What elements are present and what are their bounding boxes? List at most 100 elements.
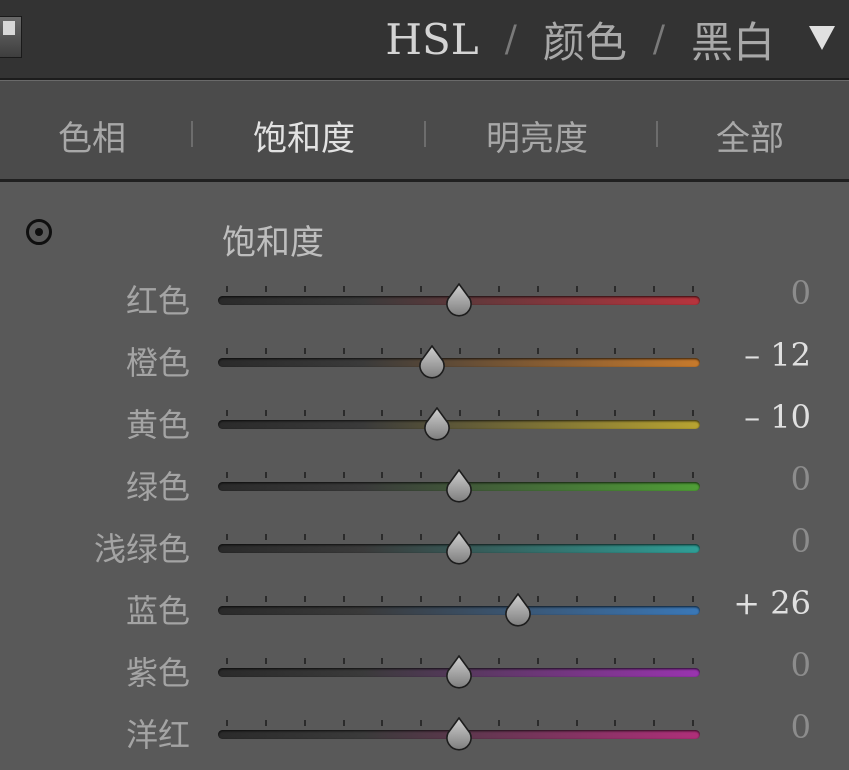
slider-thumb[interactable]: [443, 531, 475, 565]
slider-tick: [537, 720, 539, 726]
tab-divider: [656, 121, 658, 147]
slider-value[interactable]: 0: [791, 460, 811, 498]
slider-row: 红色 0: [0, 274, 849, 324]
tab-saturation[interactable]: 饱和度: [253, 111, 355, 159]
slider-label: 浅绿色: [93, 530, 190, 568]
panel-title-color[interactable]: 颜色: [543, 9, 627, 70]
slider-tick: [420, 658, 422, 664]
slider-track[interactable]: [218, 531, 700, 565]
slider-tick: [576, 286, 578, 292]
slider-thumb[interactable]: [502, 593, 534, 627]
slider-tick: [614, 472, 616, 478]
section-title: 饱和度: [222, 223, 324, 263]
slider-tick: [576, 410, 578, 416]
panel-title-bw[interactable]: 黑白: [691, 9, 775, 70]
slider-tick: [537, 286, 539, 292]
slider-tick: [381, 472, 383, 478]
slider-tick: [537, 596, 539, 602]
slider-tick: [692, 596, 694, 602]
slider-tick: [265, 534, 267, 540]
slider-tick: [381, 348, 383, 354]
slider-thumb[interactable]: [416, 345, 448, 379]
target-adjustment-icon[interactable]: [26, 219, 52, 245]
slider-row: 绿色 0: [0, 460, 849, 510]
slider-label: 蓝色: [125, 592, 190, 630]
slider-tick: [498, 658, 500, 664]
slider-tick: [381, 534, 383, 540]
slider-thumb[interactable]: [421, 407, 453, 441]
slider-thumb[interactable]: [443, 717, 475, 751]
slider-tick: [226, 286, 228, 292]
slider-tick: [304, 286, 306, 292]
slider-label: 黄色: [125, 406, 190, 444]
slider-tick: [226, 534, 228, 540]
slider-tick: [226, 410, 228, 416]
slider-row: 洋红 0: [0, 708, 849, 758]
slider-tick: [343, 472, 345, 478]
slider-tick: [576, 596, 578, 602]
slider-value[interactable]: + 26: [733, 584, 811, 622]
slider-track[interactable]: [218, 593, 700, 627]
slider-thumb[interactable]: [443, 655, 475, 689]
title-separator: /: [652, 18, 665, 60]
slider-tick: [692, 348, 694, 354]
panel-title-hsl[interactable]: HSL: [385, 15, 478, 64]
slider-tick: [653, 596, 655, 602]
slider-tick: [343, 596, 345, 602]
tab-hue[interactable]: 色相: [58, 111, 126, 159]
slider-tick: [614, 286, 616, 292]
slider-tick: [304, 534, 306, 540]
slider-tick: [576, 720, 578, 726]
slider-track[interactable]: [218, 655, 700, 689]
slider-tick: [653, 286, 655, 292]
slider-track[interactable]: [218, 469, 700, 503]
slider-tick: [304, 348, 306, 354]
slider-tick: [304, 410, 306, 416]
slider-tick: [420, 596, 422, 602]
tab-luminance[interactable]: 明亮度: [486, 111, 588, 159]
slider-tick: [653, 410, 655, 416]
slider-track[interactable]: [218, 407, 700, 441]
slider-track[interactable]: [218, 283, 700, 317]
title-separator: /: [504, 18, 517, 60]
slider-value[interactable]: – 12: [744, 336, 811, 374]
slider-track[interactable]: [218, 717, 700, 751]
slider-tick: [692, 410, 694, 416]
slider-tick: [265, 596, 267, 602]
tab-all[interactable]: 全部: [716, 111, 784, 159]
slider-tick: [343, 348, 345, 354]
collapse-triangle-icon[interactable]: [809, 26, 835, 50]
slider-tick: [420, 286, 422, 292]
slider-value[interactable]: 0: [791, 522, 811, 560]
panel-switch-toggle[interactable]: [0, 16, 22, 58]
slider-value[interactable]: 0: [791, 708, 811, 746]
slider-tick: [614, 348, 616, 354]
slider-tick: [420, 472, 422, 478]
slider-track[interactable]: [218, 345, 700, 379]
slider-tick: [226, 596, 228, 602]
slider-tick: [498, 472, 500, 478]
slider-tick: [692, 534, 694, 540]
slider-tick: [614, 534, 616, 540]
slider-tick: [537, 348, 539, 354]
slider-tick: [576, 472, 578, 478]
slider-row: 蓝色 + 26: [0, 584, 849, 634]
slider-tick: [653, 534, 655, 540]
slider-tick: [498, 596, 500, 602]
slider-tick: [576, 348, 578, 354]
slider-tick: [226, 720, 228, 726]
slider-thumb[interactable]: [443, 283, 475, 317]
slider-tick: [343, 720, 345, 726]
saturation-panel: 饱和度 红色 0 橙色 – 12 黄色 – 10 绿色 0 浅绿色 0 蓝色 + 26 紫色 0 洋红 0: [0, 181, 849, 770]
slider-tick: [459, 348, 461, 354]
slider-value[interactable]: 0: [791, 274, 811, 312]
slider-tick: [304, 472, 306, 478]
slider-tick: [381, 596, 383, 602]
slider-value[interactable]: – 10: [744, 398, 811, 436]
slider-tick: [265, 720, 267, 726]
slider-thumb[interactable]: [443, 469, 475, 503]
slider-tick: [226, 472, 228, 478]
slider-value[interactable]: 0: [791, 646, 811, 684]
slider-tick: [498, 534, 500, 540]
tab-divider: [424, 121, 426, 147]
